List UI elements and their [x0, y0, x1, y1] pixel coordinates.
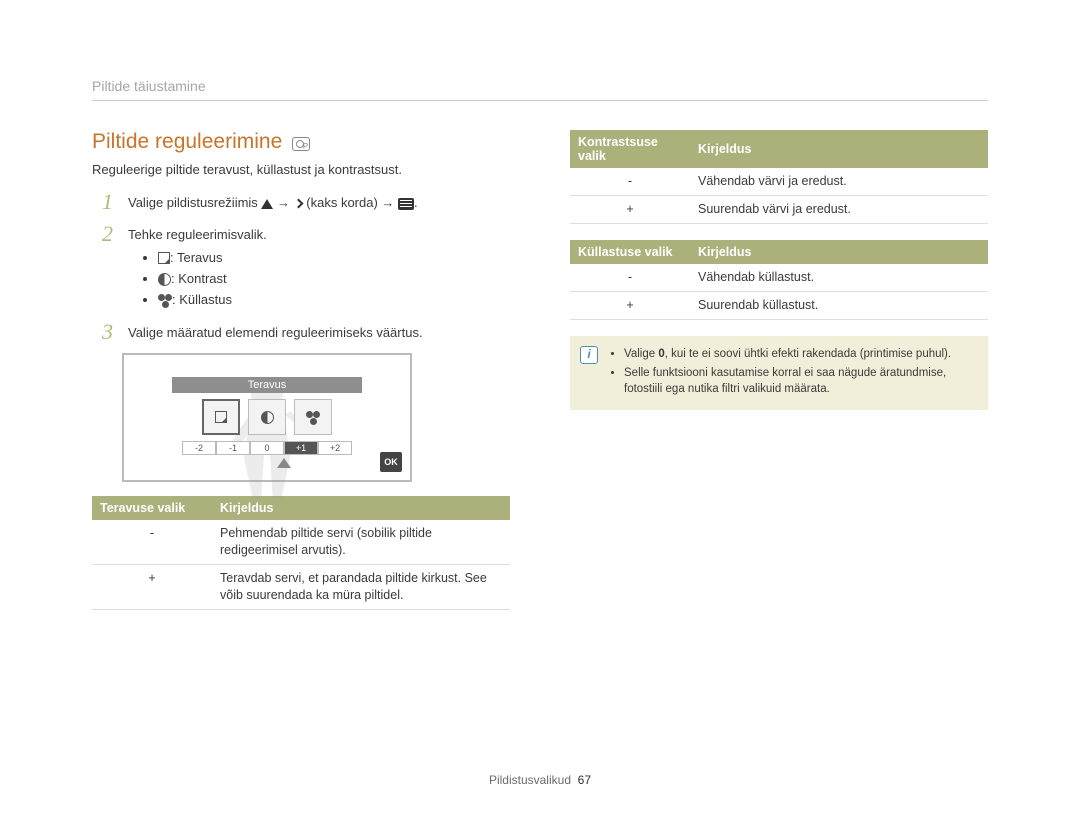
cell-desc: Vähendab värvi ja eredust. — [690, 168, 988, 195]
step-text: Tehke reguleerimisvalik. : Teravus : Kon… — [128, 223, 267, 311]
chevron-right-icon — [293, 199, 303, 209]
bullet-saturation: : Küllastus — [158, 291, 267, 310]
sharpness-icon — [158, 252, 170, 264]
saturation-icon — [306, 411, 320, 423]
cell-symbol: + — [570, 291, 690, 319]
text: Tehke reguleerimisvalik. — [128, 227, 267, 242]
sharpness-icon — [215, 411, 227, 423]
step-1: 1 Valige pildistusrežiimis → (kaks korda… — [92, 191, 510, 213]
cell-symbol: + — [92, 565, 212, 610]
page-number: 67 — [578, 773, 591, 787]
bullet-sharpness: : Teravus — [158, 249, 267, 268]
scale-pointer-icon — [277, 458, 291, 468]
text: : Küllastus — [172, 292, 232, 307]
contrast-icon — [261, 411, 274, 424]
ok-button[interactable]: OK — [380, 452, 402, 472]
left-column: Piltide reguleerimine Reguleerige piltid… — [92, 130, 510, 626]
text: , kui te ei soovi ühtki efekti rakendada… — [665, 348, 951, 360]
mock-icon-row — [140, 399, 394, 435]
table-row: + Suurendab küllastust. — [570, 291, 988, 319]
step-text: Valige määratud elemendi reguleerimiseks… — [128, 321, 423, 343]
up-triangle-icon — [261, 199, 273, 209]
table-row: + Teravdab servi, et parandada piltide k… — [92, 565, 510, 610]
scale-tick[interactable]: -1 — [216, 441, 250, 455]
mock-label: Teravus — [172, 377, 362, 393]
th-option: Kontrastsuse valik — [570, 130, 690, 168]
menu-icon — [398, 198, 414, 210]
table-row: + Suurendab värvi ja eredust. — [570, 195, 988, 223]
th-option: Teravuse valik — [92, 496, 212, 520]
kyllastus-table: Küllastuse valik Kirjeldus - Vähendab kü… — [570, 240, 988, 320]
title-text: Piltide reguleerimine — [92, 130, 282, 154]
step-number: 2 — [102, 223, 118, 311]
camera-screen-mock: Teravus -2 -1 0 +1 +2 OK — [122, 353, 412, 482]
scale-tick-selected[interactable]: +1 — [284, 441, 318, 455]
cell-desc: Suurendab küllastust. — [690, 291, 988, 319]
th-desc: Kirjeldus — [690, 240, 988, 264]
camera-mode-icon — [292, 137, 310, 151]
page-title: Piltide reguleerimine — [92, 130, 510, 154]
right-column: Kontrastsuse valik Kirjeldus - Vähendab … — [570, 130, 988, 626]
contrast-icon — [158, 273, 171, 286]
breadcrumb: Piltide täiustamine — [92, 78, 206, 100]
kontrast-table: Kontrastsuse valik Kirjeldus - Vähendab … — [570, 130, 988, 224]
step-number: 3 — [102, 321, 118, 343]
text: Valige pildistusrežiimis — [128, 195, 261, 210]
cell-desc: Pehmendab piltide servi (sobilik piltide… — [212, 520, 510, 564]
table-row: - Vähendab värvi ja eredust. — [570, 168, 988, 195]
table-row: - Vähendab küllastust. — [570, 264, 988, 291]
mock-saturation-button[interactable] — [294, 399, 332, 435]
note-item: Valige 0, kui te ei soovi ühtki efekti r… — [624, 346, 976, 362]
divider — [92, 100, 988, 101]
mock-scale: -2 -1 0 +1 +2 — [140, 441, 394, 455]
info-icon: i — [580, 346, 598, 364]
cell-symbol: + — [570, 195, 690, 223]
step-text: Valige pildistusrežiimis → (kaks korda) … — [128, 191, 418, 213]
text: : Kontrast — [171, 271, 227, 286]
cell-symbol: - — [570, 168, 690, 195]
scale-tick[interactable]: -2 — [182, 441, 216, 455]
cell-symbol: - — [92, 520, 212, 564]
step-3: 3 Valige määratud elemendi reguleerimise… — [92, 321, 510, 343]
cell-desc: Suurendab värvi ja eredust. — [690, 195, 988, 223]
teravus-table: Teravuse valik Kirjeldus - Pehmendab pil… — [92, 496, 510, 610]
saturation-icon — [158, 294, 172, 306]
scale-tick[interactable]: +2 — [318, 441, 352, 455]
th-desc: Kirjeldus — [690, 130, 988, 168]
intro-text: Reguleerige piltide teravust, küllastust… — [92, 162, 510, 177]
page-footer: Pildistusvalikud 67 — [0, 773, 1080, 787]
step-number: 1 — [102, 191, 118, 213]
footer-section: Pildistusvalikud — [489, 773, 571, 787]
mock-sharpness-button[interactable] — [202, 399, 240, 435]
info-note: i Valige 0, kui te ei soovi ühtki efekti… — [570, 336, 988, 410]
text: (kaks korda) — [306, 195, 381, 210]
cell-desc: Vähendab küllastust. — [690, 264, 988, 291]
bullet-contrast: : Kontrast — [158, 270, 267, 289]
text: : Teravus — [170, 250, 223, 265]
note-item: Selle funktsiooni kasutamise korral ei s… — [624, 365, 976, 397]
cell-desc: Teravdab servi, et parandada piltide kir… — [212, 565, 510, 610]
mock-contrast-button[interactable] — [248, 399, 286, 435]
scale-tick[interactable]: 0 — [250, 441, 284, 455]
th-option: Küllastuse valik — [570, 240, 690, 264]
cell-symbol: - — [570, 264, 690, 291]
table-row: - Pehmendab piltide servi (sobilik pilti… — [92, 520, 510, 564]
text: Valige — [624, 348, 658, 360]
step-2: 2 Tehke reguleerimisvalik. : Teravus : K… — [92, 223, 510, 311]
